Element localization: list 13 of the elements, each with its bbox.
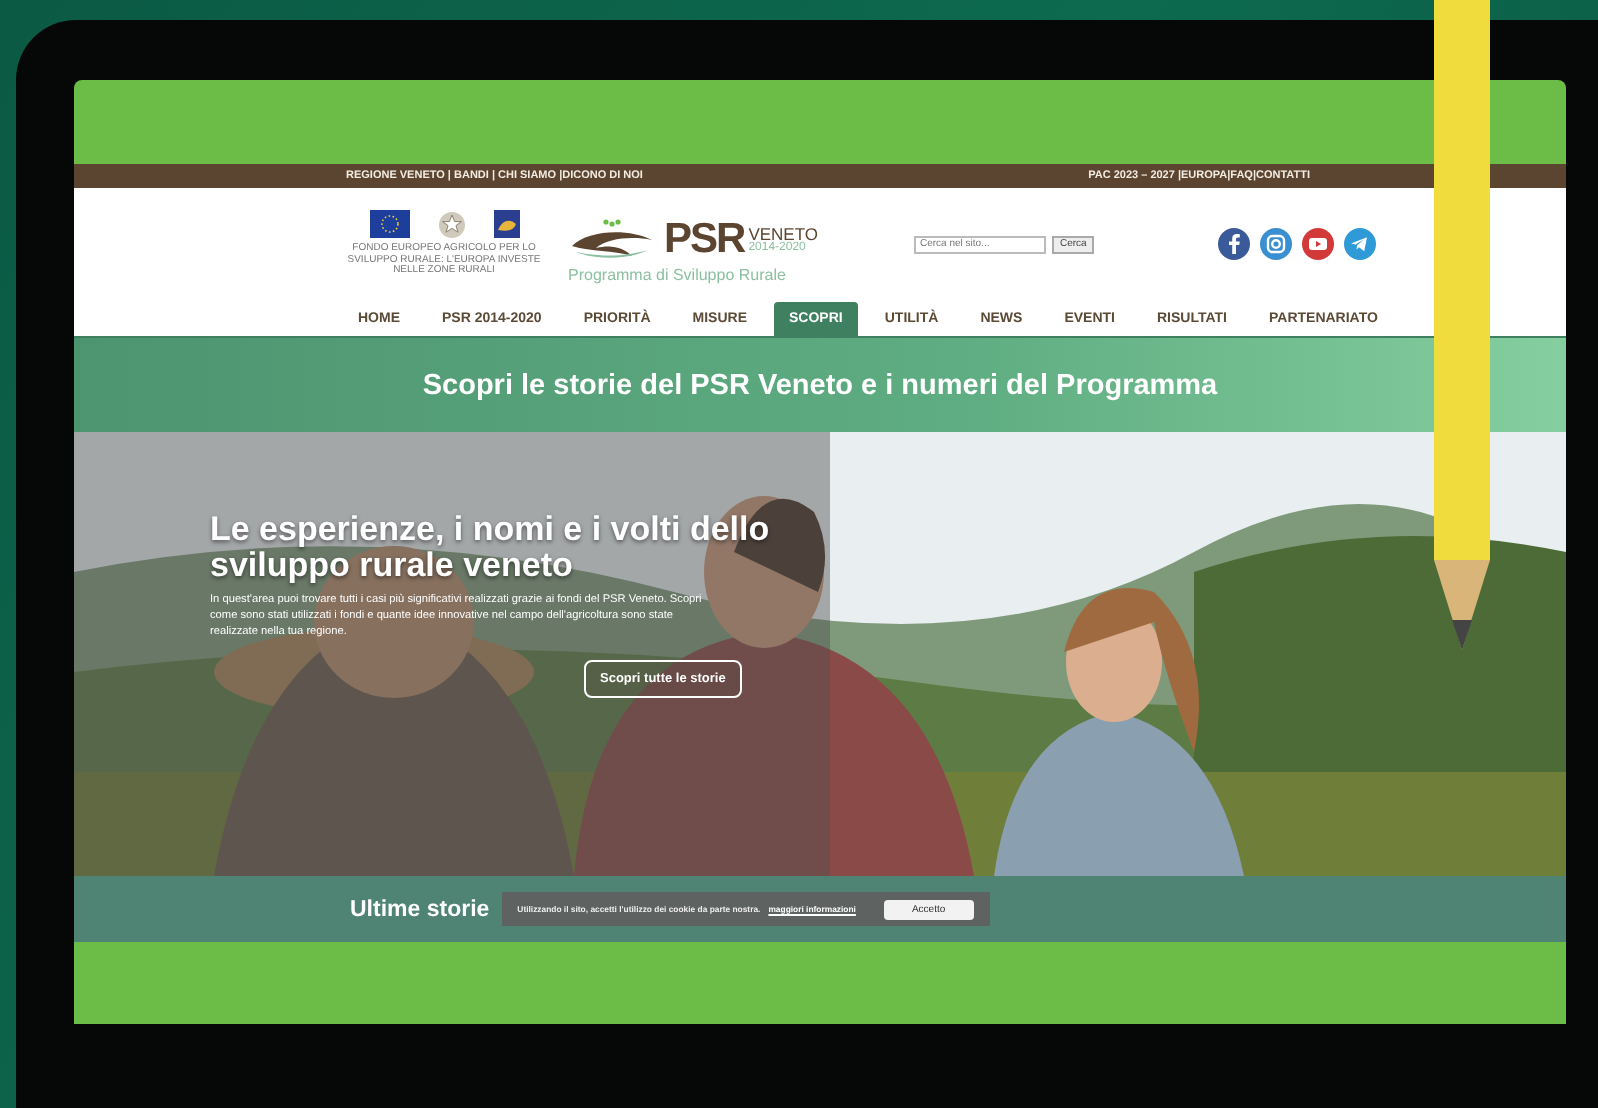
logo-tagline: Programma di Sviluppo Rurale <box>568 266 788 284</box>
facebook-icon[interactable] <box>1218 228 1251 260</box>
banner-title: Scopri le storie del PSR Veneto e i numeri del Programma <box>422 369 1218 401</box>
section-title: Ultime storie <box>350 897 490 921</box>
emblem-icon <box>437 209 465 240</box>
instagram-icon[interactable] <box>1260 228 1293 260</box>
logo-region: VENETO <box>748 225 818 243</box>
flag-icon <box>369 210 409 239</box>
logo-mark: PSR <box>664 216 745 264</box>
telegram-icon[interactable] <box>1344 228 1377 260</box>
youtube-icon[interactable] <box>1302 228 1335 260</box>
crest-icon <box>493 210 519 239</box>
hero-title: Le esperienze, i nomi e i volti dello sviluppo rurale veneto <box>210 512 772 584</box>
